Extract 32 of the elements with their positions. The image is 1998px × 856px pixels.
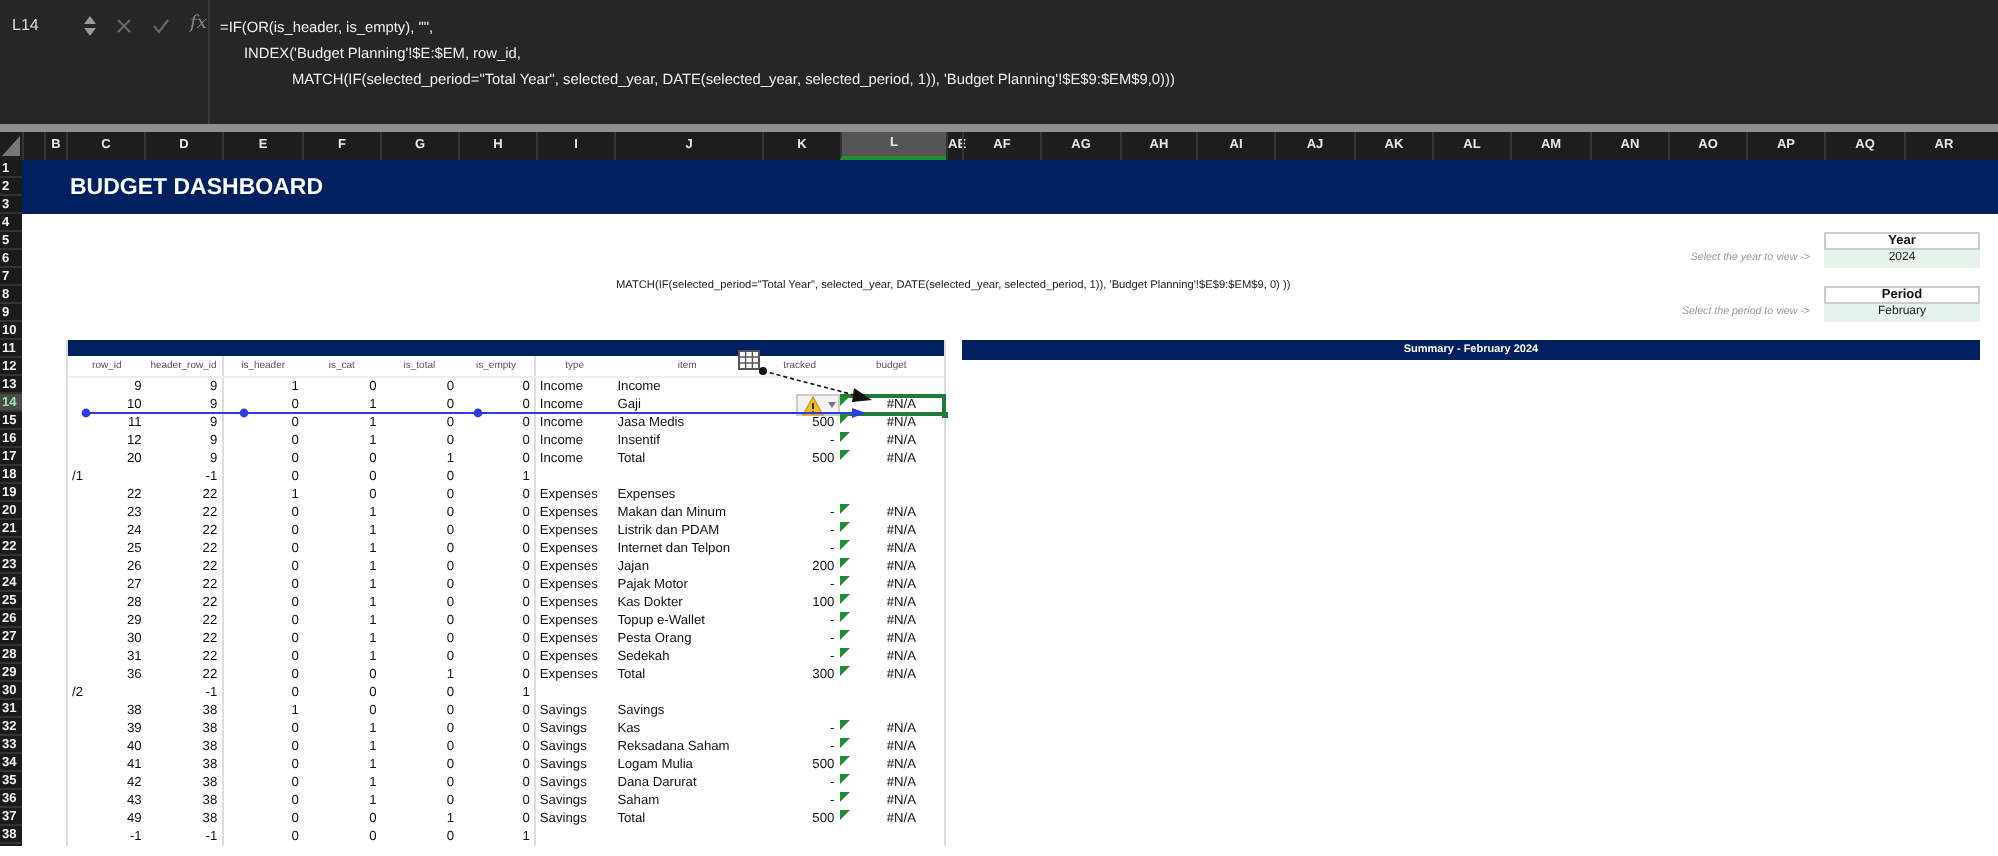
error-flag-icon[interactable] — [840, 666, 851, 676]
trace-arrow — [758, 366, 874, 406]
error-flag-icon[interactable] — [840, 432, 851, 442]
error-flag-icon[interactable] — [840, 414, 851, 424]
error-flag-icon[interactable] — [840, 558, 851, 568]
error-flag-icon[interactable] — [840, 504, 851, 514]
function-button[interactable]: fx — [190, 14, 207, 34]
error-flag-icon[interactable] — [840, 450, 851, 460]
error-flag-icon[interactable] — [840, 522, 851, 532]
error-flag-icon[interactable] — [840, 648, 851, 658]
cell-reference[interactable]: L14 — [12, 16, 64, 34]
error-flag-icon[interactable] — [840, 594, 851, 604]
stepper-icon[interactable] — [84, 14, 96, 38]
error-flag-icon[interactable] — [840, 774, 851, 784]
error-flag-icon[interactable] — [840, 630, 851, 640]
error-flag-icon[interactable] — [840, 756, 851, 766]
error-flag-icon[interactable] — [840, 576, 851, 586]
error-options-button[interactable] — [796, 394, 840, 416]
error-flag-icon[interactable] — [840, 396, 851, 406]
cancel-icon[interactable] — [116, 18, 132, 34]
worksheet-icon — [738, 350, 760, 370]
error-flag-icon[interactable] — [840, 792, 851, 802]
caret-icon — [827, 402, 835, 408]
dashboard-title: BUDGET DASHBOARD — [70, 175, 323, 199]
select-all-icon[interactable] — [0, 132, 22, 158]
error-flag-icon[interactable] — [840, 720, 851, 730]
error-flag-icon[interactable] — [840, 540, 851, 550]
enter-icon[interactable] — [152, 18, 170, 34]
warning-icon — [801, 395, 823, 415]
error-flag-icon[interactable] — [840, 738, 851, 748]
error-flag-icon[interactable] — [840, 810, 851, 820]
error-flag-icon[interactable] — [840, 612, 851, 622]
